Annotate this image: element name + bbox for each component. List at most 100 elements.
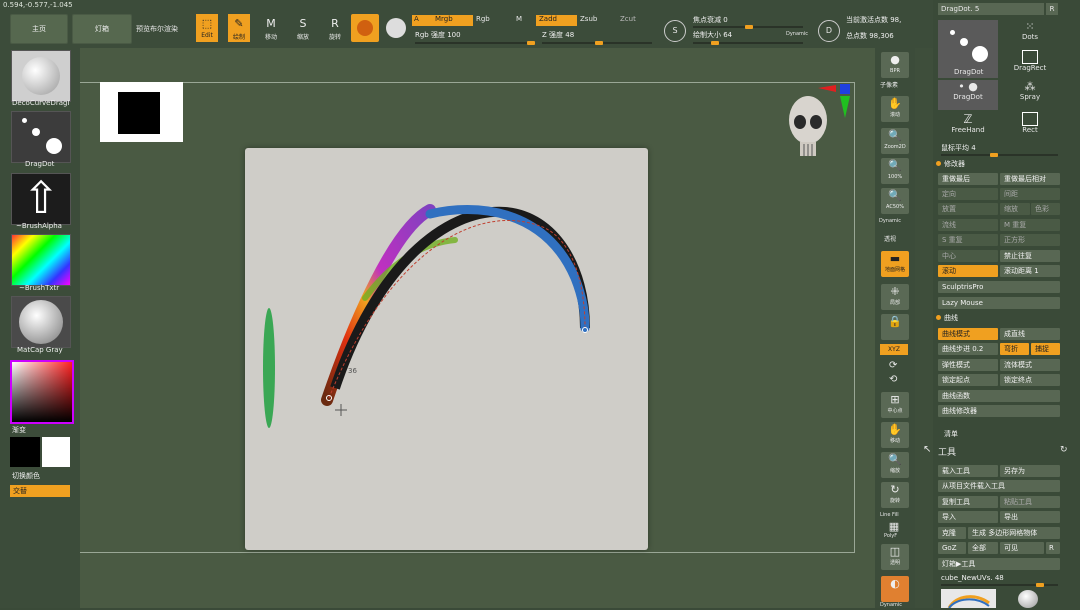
stroke-selector[interactable]: DragDot. 5 <box>938 3 1044 15</box>
frame-button[interactable]: ⊞ 中心点 <box>881 392 909 418</box>
draw-size-slider[interactable] <box>693 42 803 44</box>
tool-thumbnail-rainbow[interactable] <box>941 589 996 609</box>
rgb-toggle[interactable]: Rgb <box>476 15 490 23</box>
focal-d-icon[interactable]: D <box>818 20 840 42</box>
no-repeat-toggle[interactable]: 禁止往复 <box>1000 250 1060 262</box>
curve-step-slider[interactable]: 曲线步进 0.2 <box>938 343 998 355</box>
home-button[interactable]: 主页 <box>10 14 68 44</box>
zsub-toggle[interactable]: Zsub <box>580 15 597 23</box>
rgb-intensity-knob[interactable] <box>527 41 535 45</box>
mouse-avg-slider[interactable] <box>941 154 1058 156</box>
stroke-item-dragrect[interactable]: DragRect <box>1002 50 1058 78</box>
secondary-color-swatch[interactable] <box>42 437 70 467</box>
color-picker[interactable] <box>10 360 74 424</box>
clear-label[interactable]: 清单 <box>944 429 958 439</box>
texture-thumbnail[interactable] <box>11 234 71 286</box>
axis-gizmo-icon[interactable] <box>818 82 854 120</box>
local-button[interactable]: ⁜ 局部 <box>881 284 909 310</box>
a-toggle[interactable]: A <box>412 15 432 26</box>
center-toggle[interactable]: 中心 <box>938 250 998 262</box>
flow-slider[interactable]: 流线 <box>938 219 998 231</box>
lock-start-toggle[interactable]: 锁定起点 <box>938 374 998 386</box>
goz-reset-button[interactable]: R <box>1046 542 1060 554</box>
spacing-slider[interactable]: 间距 <box>1000 188 1060 200</box>
primary-color-swatch[interactable] <box>10 437 40 467</box>
navigator-thumbnail[interactable] <box>100 82 183 142</box>
goz-visible-button[interactable]: 可见 <box>1000 542 1044 554</box>
rotate-view-button[interactable]: ↻ 旋转 <box>881 482 909 508</box>
bpr-preview-label[interactable]: 预览布尔渲染 <box>136 24 178 34</box>
transp-button[interactable]: ◫ 透明 <box>881 544 909 570</box>
zcut-toggle[interactable]: Zcut <box>620 15 636 23</box>
brush-thumbnail[interactable] <box>11 50 71 102</box>
scale-button[interactable]: S 缩放 <box>292 14 314 42</box>
focal-shift-knob[interactable] <box>745 25 753 29</box>
snap-toggle[interactable]: 捕捉 <box>1031 343 1060 355</box>
zoom2d-button[interactable]: 🔍 Zoom2D <box>881 128 909 154</box>
paste-tool-button[interactable]: 粘贴工具 <box>1000 496 1060 508</box>
rgb-intensity-slider[interactable] <box>415 42 535 44</box>
dynamic-label[interactable]: Dynamic <box>786 31 808 37</box>
tool-pin-icon[interactable]: ↖ <box>923 444 931 455</box>
stroke-item-dragdot[interactable]: DragDot <box>938 20 998 78</box>
lightbox-button[interactable]: 灯箱 <box>72 14 132 44</box>
curve-modifiers-header[interactable]: 曲线修改器 <box>938 405 1060 417</box>
s-repeat-slider[interactable]: S 重复 <box>938 234 998 246</box>
bend-toggle[interactable]: 弯折 <box>1000 343 1029 355</box>
actual-size-button[interactable]: 🔍 100% <box>881 158 909 184</box>
rotate-z-icon[interactable]: ⟲ <box>889 374 897 385</box>
persp-label[interactable]: 透视 <box>884 234 896 243</box>
z-intensity-knob[interactable] <box>595 41 603 45</box>
sphere-material-button[interactable] <box>351 14 379 42</box>
goz-all-button[interactable]: 全部 <box>968 542 998 554</box>
save-as-button[interactable]: 另存为 <box>1000 465 1060 477</box>
load-from-project-button[interactable]: 从项目文件载入工具 <box>938 480 1060 492</box>
subpixel-label[interactable]: 子像素 <box>880 80 898 89</box>
curve-functions-header[interactable]: 曲线函数 <box>938 390 1060 402</box>
modifiers-header[interactable]: 修改器 <box>936 159 965 169</box>
m-toggle[interactable]: M <box>516 15 522 23</box>
refresh-icon[interactable]: ↻ <box>1060 445 1068 455</box>
material-thumbnail[interactable] <box>11 296 71 348</box>
bpr-button[interactable]: ● BPR <box>881 52 909 78</box>
curve-header[interactable]: 曲线 <box>936 313 958 323</box>
clone-button[interactable]: 克隆 <box>938 527 966 539</box>
rotate-y-icon[interactable]: ⟳ <box>889 360 897 371</box>
stroke-reset-button[interactable]: R <box>1046 3 1058 15</box>
m-repeat-slider[interactable]: M 重复 <box>1000 219 1060 231</box>
polyf-label[interactable]: PolyF <box>884 533 897 539</box>
linefill-label[interactable]: Line Fill <box>880 512 899 518</box>
stroke-item-rect[interactable]: Rect <box>1002 112 1058 140</box>
repeat-last-button[interactable]: 重做最后 <box>938 173 998 185</box>
lazymouse-header[interactable]: Lazy Mouse <box>938 297 1060 309</box>
grid-icon[interactable]: ▦ <box>884 520 904 534</box>
yin-yang-icon[interactable] <box>386 18 406 38</box>
alpha-thumbnail[interactable]: ⇧ <box>11 173 71 225</box>
dynamic2-label[interactable]: Dynamic <box>880 602 902 608</box>
zoom-view-button[interactable]: 🔍 缩放 <box>881 452 909 478</box>
tool-thumbnail-sphere[interactable] <box>1018 590 1038 608</box>
floor-button[interactable]: ▬ 地面网格 <box>881 251 909 277</box>
placement-slider[interactable]: 放置 <box>938 203 998 215</box>
focal-s-icon[interactable]: S <box>664 20 686 42</box>
move-view-button[interactable]: ✋ 移动 <box>881 422 909 448</box>
switch-color-label[interactable]: 切换颜色 <box>12 471 40 481</box>
import-button[interactable]: 导入 <box>938 511 998 523</box>
rotate-button[interactable]: R 旋转 <box>324 14 346 42</box>
lock-end-toggle[interactable]: 锁定终点 <box>1000 374 1060 386</box>
dynamic-persp-label[interactable]: Dynamic <box>879 218 901 224</box>
alternate-button[interactable]: 交替 <box>10 485 70 497</box>
ghost-button[interactable]: ◐ <box>881 576 909 602</box>
repeat-last-rel-button[interactable]: 重做最后相对 <box>1000 173 1060 185</box>
sculptrispro-toggle[interactable]: SculptrisPro <box>938 281 1060 293</box>
lock-button[interactable]: 🔒 <box>881 314 909 340</box>
draw-button[interactable]: ✎ 绘制 <box>228 14 250 42</box>
orient-slider[interactable]: 定向 <box>938 188 998 200</box>
stroke-item-dots[interactable]: ⁙ Dots <box>1002 20 1058 48</box>
scale-slider[interactable]: 缩放 <box>1000 203 1030 215</box>
draw-size-knob[interactable] <box>711 41 719 45</box>
curve-mode-toggle[interactable]: 曲线模式 <box>938 328 998 340</box>
copy-tool-button[interactable]: 复制工具 <box>938 496 998 508</box>
xyz-button[interactable]: XYZ <box>880 344 908 355</box>
load-tool-button[interactable]: 载入工具 <box>938 465 998 477</box>
